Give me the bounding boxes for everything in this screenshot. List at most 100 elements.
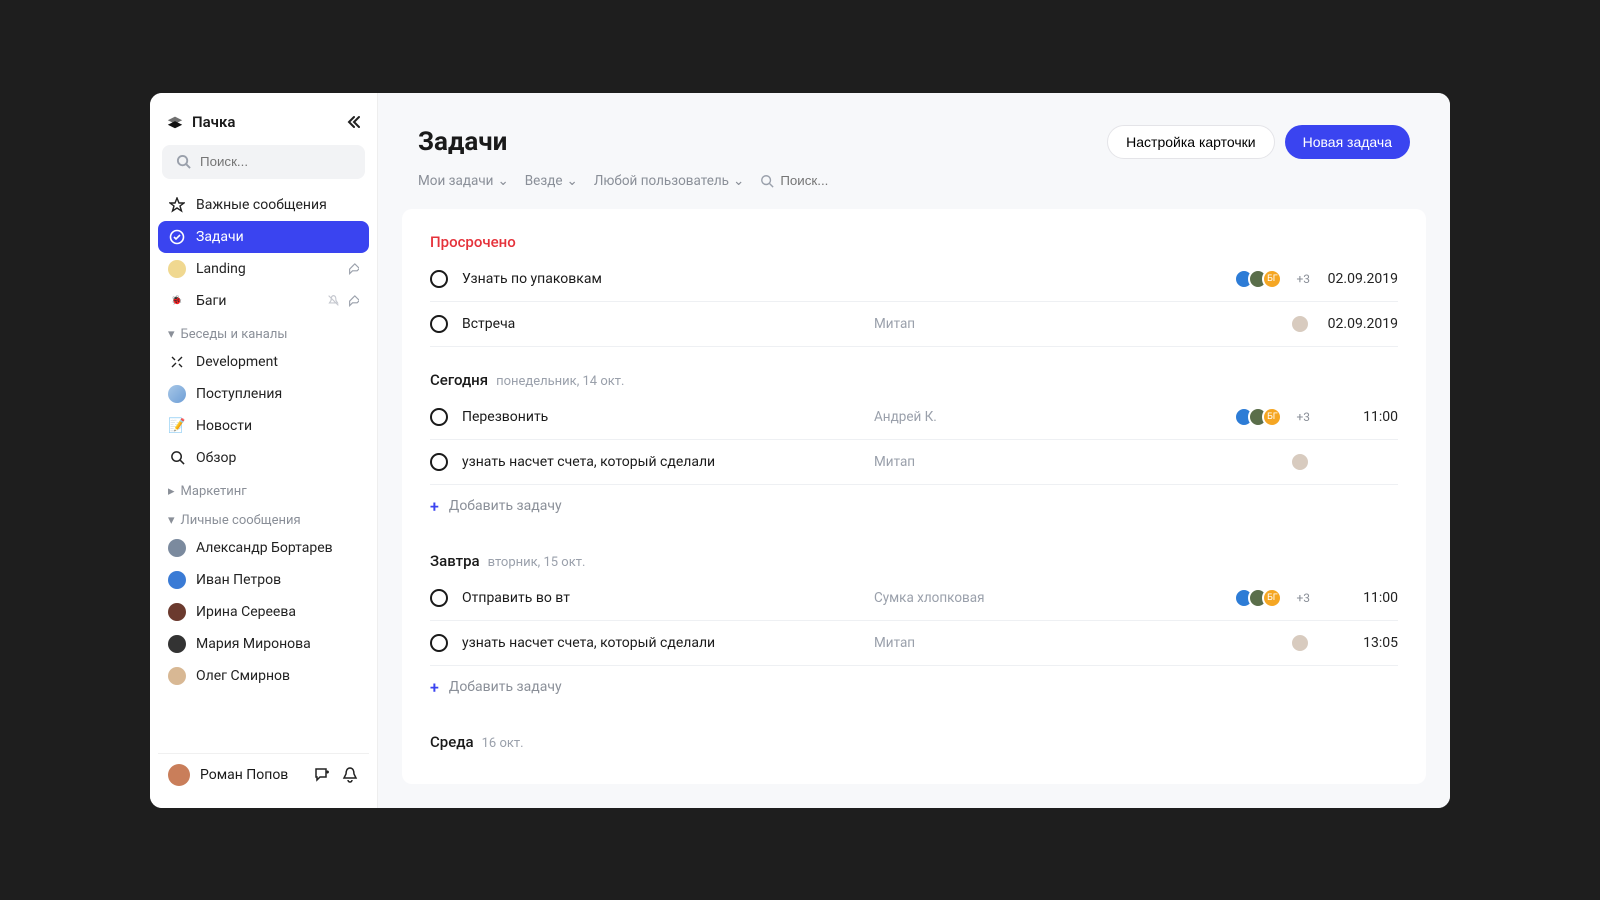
channel-news[interactable]: 📝 Новости <box>158 410 369 442</box>
nav-label: Задачи <box>196 229 244 245</box>
task-right: 13:05 <box>1168 633 1398 653</box>
task-checkbox[interactable] <box>430 315 448 333</box>
note-icon: 📝 <box>168 417 186 435</box>
task-row[interactable]: узнать насчет счета, который сделали Мит… <box>430 440 1398 485</box>
channel-avatar <box>168 260 186 278</box>
pin-icon[interactable] <box>346 294 359 307</box>
me-name[interactable]: Роман Попов <box>200 767 303 783</box>
pin-icon[interactable] <box>346 262 359 275</box>
checkmark-icon <box>168 228 186 246</box>
nav-tasks[interactable]: Задачи <box>158 221 369 253</box>
assignees[interactable]: БГ <box>1234 269 1282 289</box>
task-checkbox[interactable] <box>430 408 448 426</box>
task-meta: Митап <box>874 316 1154 332</box>
bug-icon: 🐞 <box>168 292 186 310</box>
me-avatar[interactable] <box>168 764 190 786</box>
filter-row: Мои задачи ⌄ Везде ⌄ Любой пользователь … <box>418 159 1410 209</box>
channel-development[interactable]: Development <box>158 346 369 378</box>
add-task-button[interactable]: + Добавить задачу <box>430 485 1398 528</box>
chevron-down-icon: ▾ <box>168 327 175 342</box>
assignees[interactable] <box>1290 633 1310 653</box>
dm-item[interactable]: Олег Смирнов <box>158 660 369 692</box>
more-count: +3 <box>1296 410 1310 424</box>
plus-icon: + <box>430 678 439 697</box>
assignees[interactable] <box>1290 314 1310 334</box>
nav-bugs[interactable]: 🐞 Баги <box>158 285 369 317</box>
add-task-label: Добавить задачу <box>449 679 562 695</box>
task-right: БГ +3 02.09.2019 <box>1168 269 1398 289</box>
section-channels[interactable]: ▾ Беседы и каналы <box>158 317 369 346</box>
channel-label: Development <box>196 354 278 370</box>
task-date: 13:05 <box>1320 635 1398 651</box>
user-avatar <box>168 635 186 653</box>
task-date: 11:00 <box>1320 409 1398 425</box>
add-task-label: Добавить задачу <box>449 498 562 514</box>
section-label: Маркетинг <box>181 484 247 499</box>
dm-item[interactable]: Ирина Сереева <box>158 596 369 628</box>
sidebar-search[interactable] <box>162 145 365 179</box>
task-title: Встреча <box>462 316 860 332</box>
sidebar-footer: Роман Попов <box>158 753 369 796</box>
user-avatar: БГ <box>1262 407 1282 427</box>
task-title: Отправить во вт <box>462 590 860 606</box>
filter-everywhere[interactable]: Везде ⌄ <box>525 173 578 189</box>
task-meta: Сумка хлопковая <box>874 590 1154 606</box>
task-row[interactable]: Встреча Митап 02.09.2019 <box>430 302 1398 347</box>
task-row[interactable]: Отправить во вт Сумка хлопковая БГ +3 11… <box>430 576 1398 621</box>
task-right: БГ +3 11:00 <box>1168 588 1398 608</box>
star-icon <box>168 196 186 214</box>
search-icon <box>760 174 774 188</box>
card-settings-button[interactable]: Настройка карточки <box>1107 125 1274 159</box>
task-checkbox[interactable] <box>430 270 448 288</box>
task-row[interactable]: Узнать по упаковкам БГ +3 02.09.2019 <box>430 257 1398 302</box>
new-task-button[interactable]: Новая задача <box>1285 125 1410 159</box>
collapse-sidebar-button[interactable] <box>345 114 361 130</box>
task-row[interactable]: Перезвонить Андрей К. БГ +3 11:00 <box>430 395 1398 440</box>
group-wednesday: Среда 16 окт. <box>430 733 1398 751</box>
channel-review[interactable]: Обзор <box>158 442 369 474</box>
app-logo[interactable]: Пачка <box>166 113 235 131</box>
user-avatar <box>168 571 186 589</box>
title-row: Задачи Настройка карточки Новая задача <box>418 125 1410 159</box>
add-task-button[interactable]: + Добавить задачу <box>430 666 1398 709</box>
dm-item[interactable]: Мария Миронова <box>158 628 369 660</box>
assignees[interactable]: БГ <box>1234 588 1282 608</box>
filter-any-user[interactable]: Любой пользователь ⌄ <box>594 173 745 189</box>
sidebar-header: Пачка <box>158 113 369 145</box>
filter-search-input[interactable] <box>780 173 920 188</box>
sidebar: Пачка Важные сообщения Задачи <box>150 93 378 808</box>
filter-my-tasks[interactable]: Мои задачи ⌄ <box>418 173 509 189</box>
dm-item[interactable]: Иван Петров <box>158 564 369 596</box>
sidebar-search-input[interactable] <box>200 154 377 169</box>
task-date: 02.09.2019 <box>1320 271 1398 287</box>
section-marketing[interactable]: ▸ Маркетинг <box>158 474 369 503</box>
channel-label: Обзор <box>196 450 236 466</box>
nav-label: Landing <box>196 261 246 277</box>
task-row[interactable]: узнать насчет счета, который сделали Мит… <box>430 621 1398 666</box>
new-message-icon[interactable] <box>313 766 331 784</box>
assignees[interactable] <box>1290 452 1310 472</box>
more-count: +3 <box>1296 591 1310 605</box>
filter-search[interactable] <box>760 173 920 188</box>
chevron-down-icon: ⌄ <box>567 173 578 189</box>
bell-icon[interactable] <box>341 766 359 784</box>
page-title: Задачи <box>418 127 507 157</box>
task-checkbox[interactable] <box>430 589 448 607</box>
task-checkbox[interactable] <box>430 453 448 471</box>
dm-item[interactable]: Александр Бортарев <box>158 532 369 564</box>
user-avatar <box>1290 452 1310 472</box>
app-shell: Пачка Важные сообщения Задачи <box>150 93 1450 808</box>
nav-important[interactable]: Важные сообщения <box>158 189 369 221</box>
task-meta: Андрей К. <box>874 409 1154 425</box>
chevron-down-icon: ▾ <box>168 513 175 528</box>
task-checkbox[interactable] <box>430 634 448 652</box>
nav-label: Баги <box>196 293 226 309</box>
user-avatar: БГ <box>1262 269 1282 289</box>
assignees[interactable]: БГ <box>1234 407 1282 427</box>
channel-incoming[interactable]: Поступления <box>158 378 369 410</box>
section-dms[interactable]: ▾ Личные сообщения <box>158 503 369 532</box>
nav-landing[interactable]: Landing <box>158 253 369 285</box>
header-actions: Настройка карточки Новая задача <box>1107 125 1410 159</box>
user-avatar <box>1290 633 1310 653</box>
app-name: Пачка <box>192 113 235 131</box>
